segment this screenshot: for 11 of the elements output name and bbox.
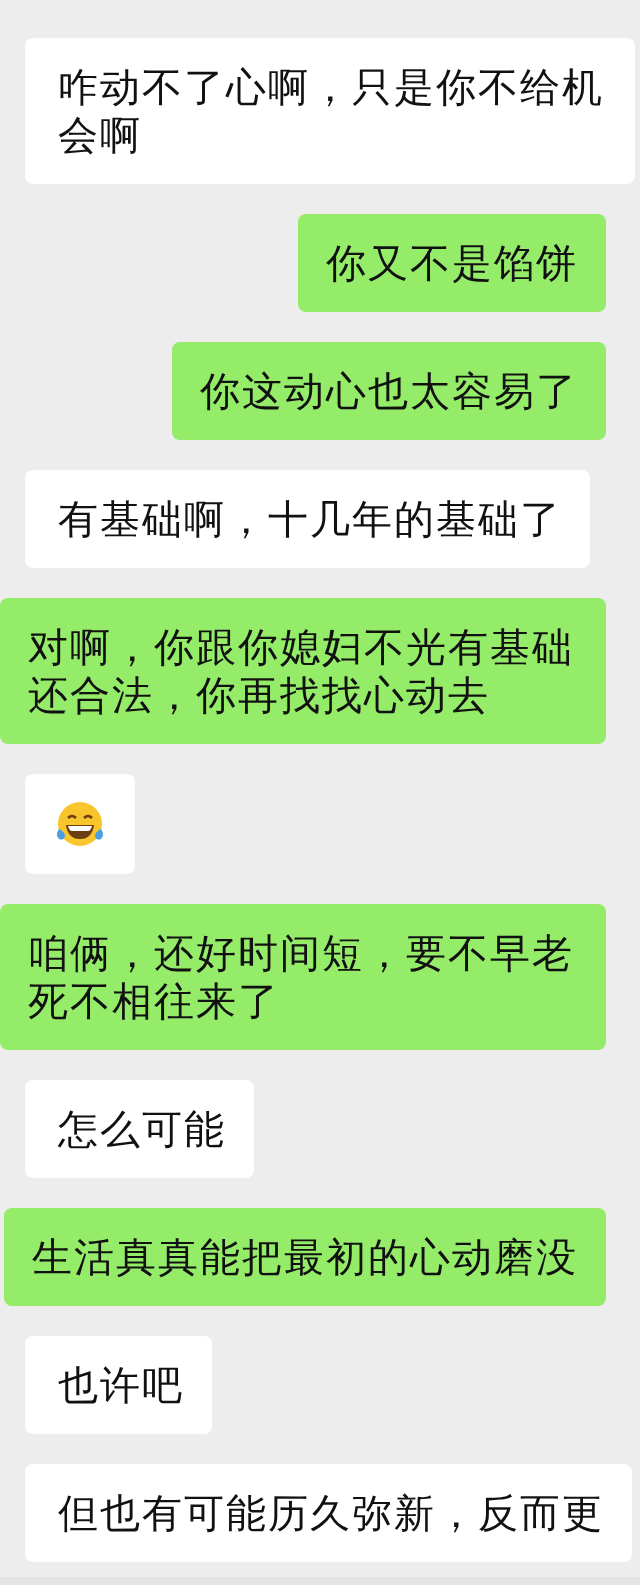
message-bubble: 对啊，你跟你媳妇不光有基础还合法，你再找找心动去 <box>0 598 606 744</box>
message-bubble: 咱俩，还好时间短，要不早老死不相往来了 <box>0 904 606 1050</box>
message-bubble: 怎么可能 <box>25 1080 254 1178</box>
message-bubble: 你这动心也太容易了 <box>172 342 606 440</box>
message-bubble: 你又不是馅饼 <box>298 214 606 312</box>
message-bubble: 生活真真能把最初的心动磨没 <box>4 1208 606 1306</box>
message-bubble: 但也有可能历久弥新，反而更 <box>25 1464 632 1562</box>
laughing-face-icon <box>55 801 105 847</box>
message-bubble: 有基础啊，十几年的基础了 <box>25 470 590 568</box>
message-bubble: 咋动不了心啊，只是你不给机会啊 <box>25 38 635 184</box>
message-bubble: 也许吧 <box>25 1336 212 1434</box>
